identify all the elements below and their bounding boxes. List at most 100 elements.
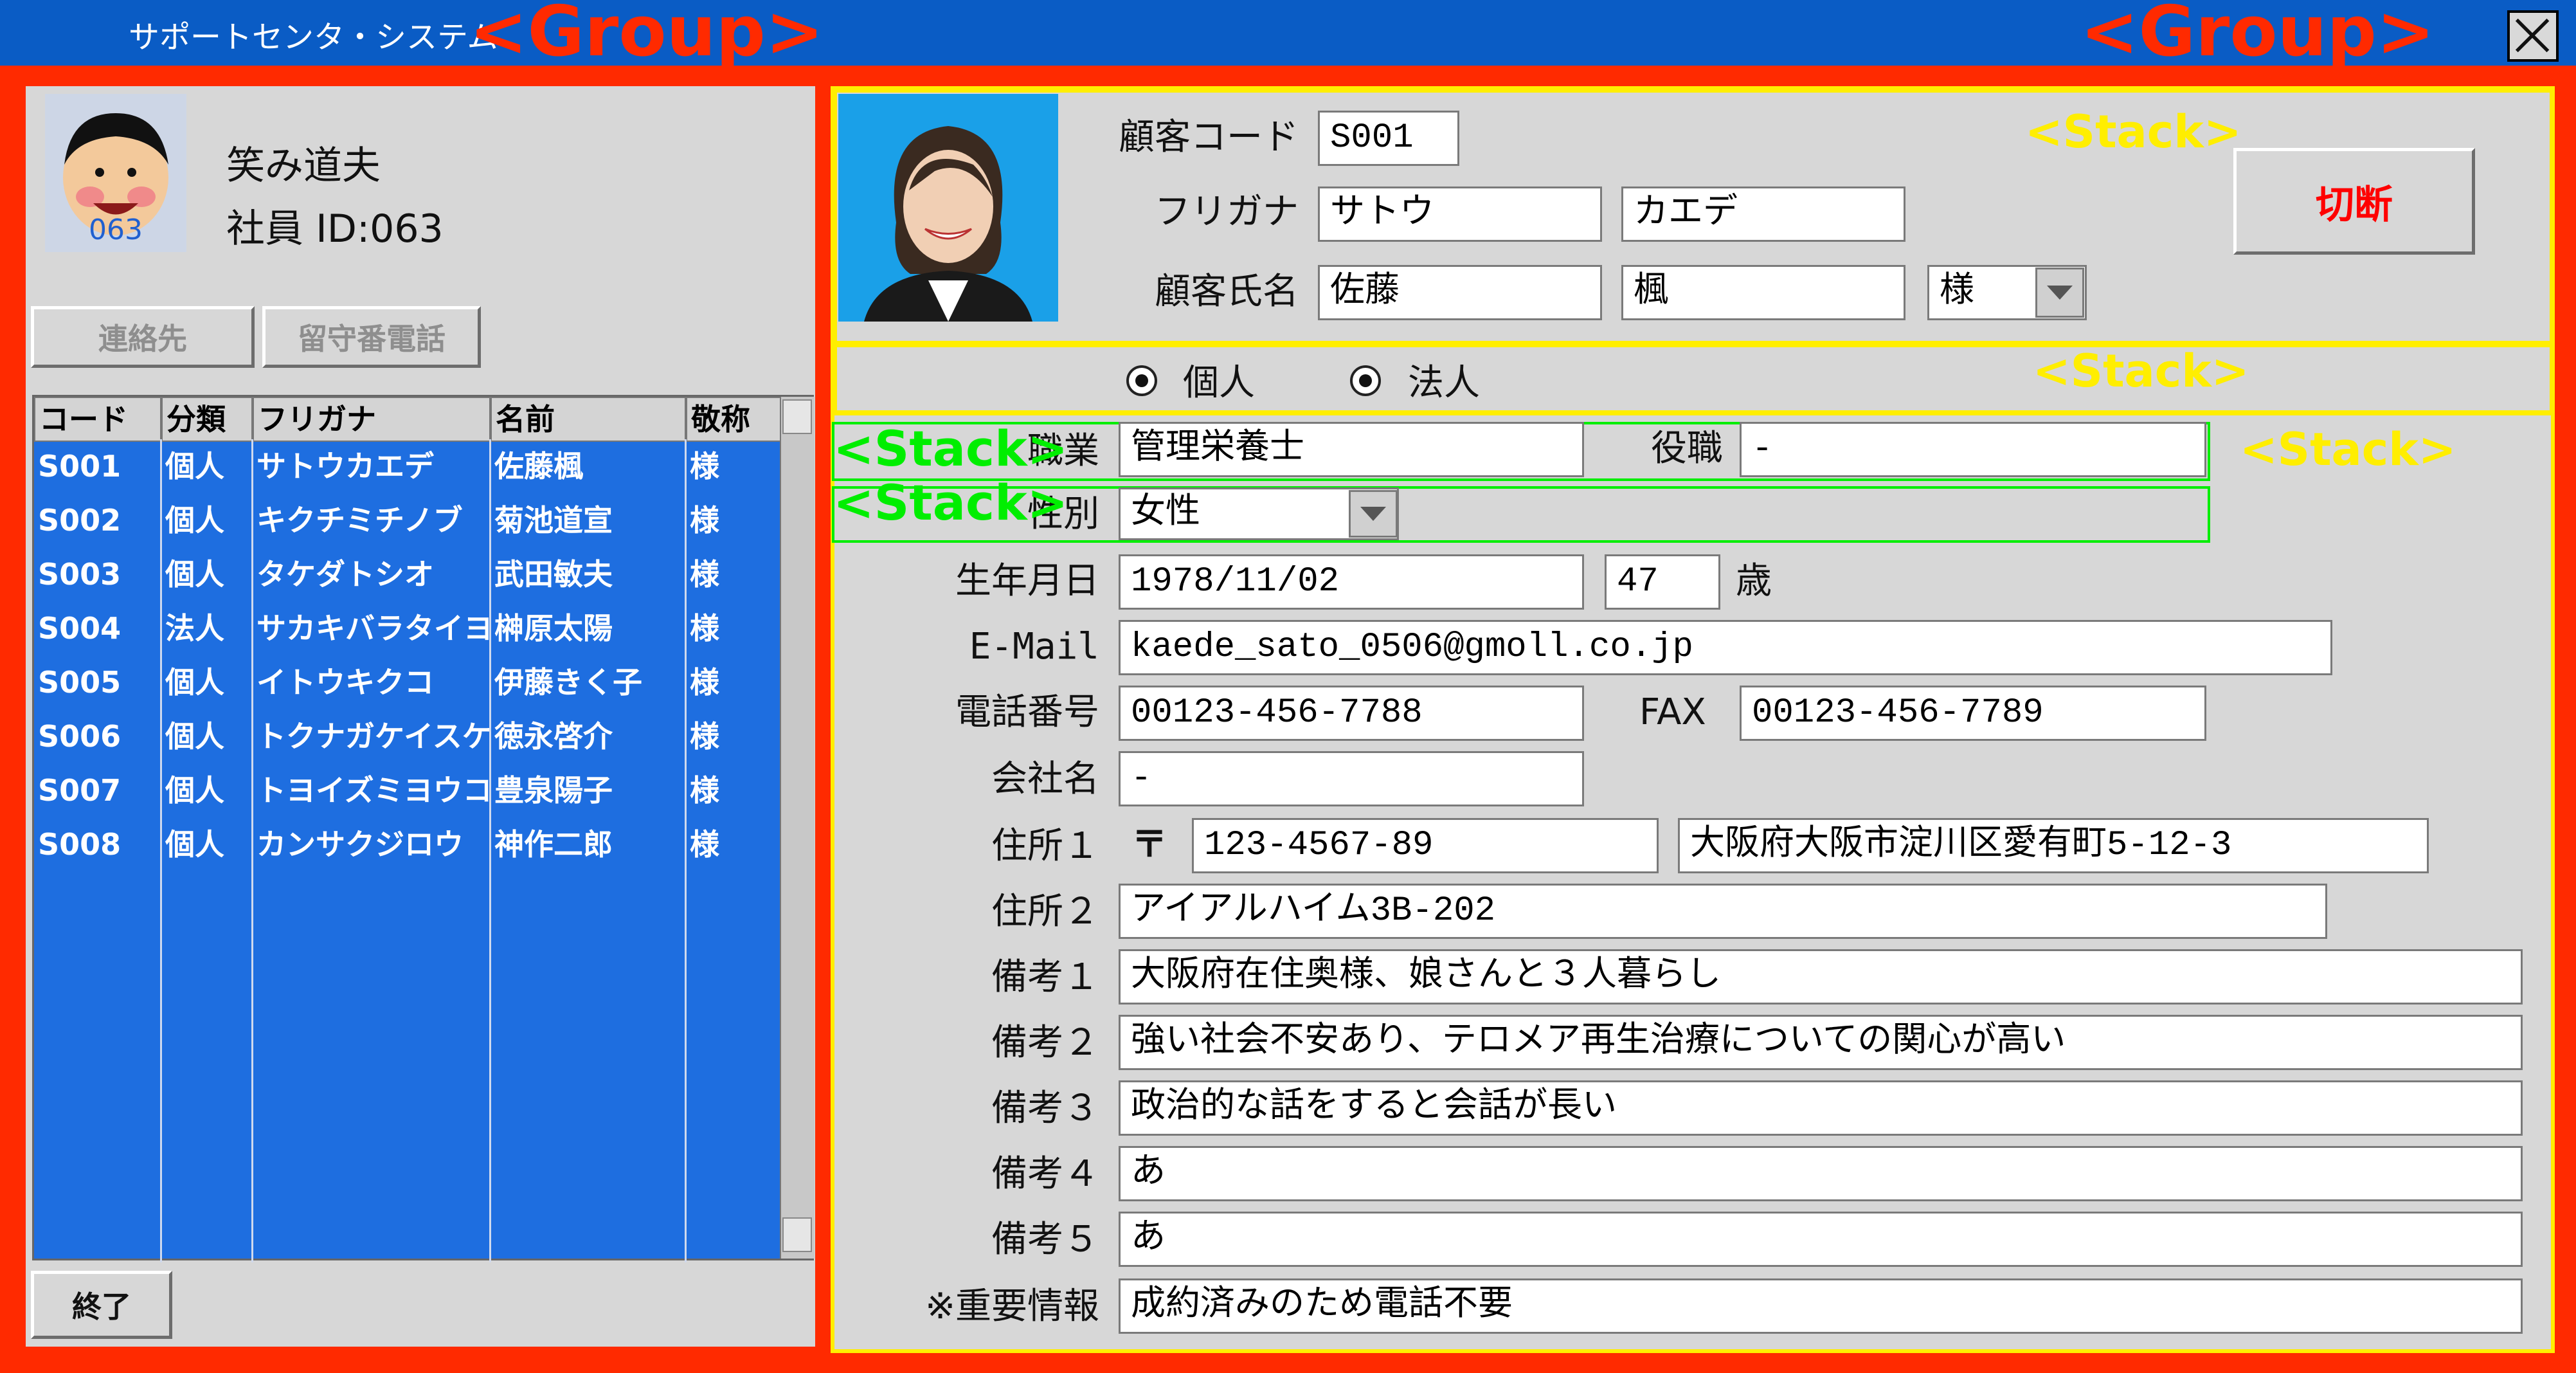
- stack-annotation-gender: <Stack>: [833, 474, 1068, 531]
- table-cell: 神作二郎: [494, 827, 613, 862]
- postal-mark-icon: 〒: [1131, 824, 1167, 866]
- column-header-code[interactable]: コード: [34, 397, 161, 442]
- column-header-name[interactable]: 名前: [491, 397, 686, 442]
- table-row[interactable]: S003 個人 タケダトシオ 武田敏夫 様: [34, 547, 780, 601]
- company-field[interactable]: -: [1119, 751, 1584, 806]
- column-header-type[interactable]: 分類: [161, 397, 253, 442]
- address1-field[interactable]: 大阪府大阪市淀川区愛有町5-12-3: [1678, 818, 2429, 873]
- table-row[interactable]: S008 個人 カンサクジロウ 神作二郎 様: [34, 817, 780, 871]
- fax-label: FAX: [1639, 691, 1706, 733]
- postal-code-field[interactable]: 123-4567-89: [1192, 818, 1659, 873]
- table-cell: 個人: [165, 449, 224, 484]
- table-cell: 様: [690, 449, 719, 484]
- gender-dropdown-button[interactable]: [1349, 490, 1398, 538]
- important-label: ※重要情報: [925, 1286, 1099, 1327]
- window-title: サポートセンタ・システム: [129, 19, 498, 55]
- birth-field[interactable]: 1978/11/02: [1119, 554, 1584, 610]
- table-row[interactable]: S001 個人 サトウカエデ 佐藤楓 様: [34, 439, 780, 493]
- table-cell: キクチミチノブ: [257, 503, 463, 538]
- table-cell: カンサクジロウ: [257, 827, 464, 862]
- radio-corporate[interactable]: [1350, 365, 1381, 396]
- stack-annotation-occupation: <Stack>: [833, 420, 1068, 477]
- radio-corporate-label: 法人: [1408, 362, 1480, 404]
- table-cell: S008: [38, 827, 122, 862]
- address2-field[interactable]: アイアルハイム3B-202: [1119, 884, 2327, 939]
- table-cell: 個人: [165, 773, 224, 808]
- stack-annotation-type: <Stack>: [2033, 345, 2249, 397]
- table-cell: S002: [38, 503, 122, 538]
- note1-label: 備考１: [991, 956, 1099, 998]
- table-cell: 様: [690, 557, 719, 592]
- address1-label: 住所１: [991, 825, 1099, 867]
- table-row[interactable]: S002 個人 キクチミチノブ 菊池道宣 様: [34, 493, 780, 547]
- table-cell: S004: [38, 611, 122, 646]
- table-cell: S005: [38, 665, 122, 700]
- table-cell: イトウキクコ: [257, 665, 434, 700]
- column-header-honorific[interactable]: 敬称: [686, 397, 781, 442]
- type-stack: [832, 341, 2555, 415]
- note3-field[interactable]: 政治的な話をすると会話が長い: [1119, 1080, 2523, 1136]
- table-row[interactable]: S006 個人 トクナガケイスケ 徳永啓介 様: [34, 709, 780, 763]
- operator-name: 笑み道夫: [226, 143, 381, 188]
- table-cell: トクナガケイスケ: [257, 719, 489, 754]
- note3-label: 備考３: [991, 1087, 1099, 1129]
- chevron-down-icon: [1360, 507, 1386, 521]
- table-cell: 様: [690, 773, 719, 808]
- table-cell: 様: [690, 611, 719, 646]
- table-cell: S007: [38, 773, 122, 808]
- radio-personal[interactable]: [1126, 365, 1157, 396]
- customer-list[interactable]: コード 分類 フリガナ 名前 敬称 S001 個人 サトウカエデ 佐藤楓様 S002 個人…: [32, 395, 815, 1262]
- table-cell: 菊池道宣: [494, 503, 613, 538]
- table-cell: 徳永啓介: [494, 719, 613, 754]
- address2-label: 住所２: [991, 891, 1099, 932]
- position-label: 役職: [1651, 428, 1723, 469]
- list-scrollbar[interactable]: [780, 397, 815, 1259]
- column-header-kana[interactable]: フリガナ: [253, 397, 491, 442]
- table-cell: S003: [38, 557, 122, 592]
- note5-field[interactable]: あ: [1119, 1212, 2523, 1267]
- table-row[interactable]: S005 個人 イトウキクコ 伊藤きく子 様: [34, 655, 780, 709]
- table-cell: 豊泉陽子: [494, 773, 613, 808]
- radio-personal-label: 個人: [1183, 362, 1255, 404]
- voicemail-button[interactable]: 留守番電話: [262, 306, 481, 368]
- exit-button[interactable]: 終了: [31, 1271, 172, 1339]
- table-row[interactable]: S007 個人 トヨイズミヨウコ 豊泉陽子 様: [34, 763, 780, 817]
- note2-field[interactable]: 強い社会不安あり、テロメア再生治療についての関心が高い: [1119, 1015, 2523, 1070]
- close-button[interactable]: [2507, 10, 2559, 62]
- note5-label: 備考５: [991, 1219, 1099, 1260]
- email-label: E-Mail: [969, 626, 1099, 668]
- email-field[interactable]: kaede_sato_0506@gmoll.co.jp: [1119, 620, 2332, 675]
- table-cell: 様: [690, 665, 719, 700]
- table-cell: 法人: [165, 611, 224, 646]
- fax-field[interactable]: 00123-456-7789: [1740, 686, 2206, 741]
- table-cell: 様: [690, 503, 719, 538]
- phone-field[interactable]: 00123-456-7788: [1119, 686, 1584, 741]
- table-cell: S006: [38, 719, 122, 754]
- table-cell: 個人: [165, 827, 224, 862]
- header-stack: [832, 87, 2555, 347]
- important-field[interactable]: 成約済みのため電話不要: [1119, 1278, 2523, 1334]
- table-cell: 榊原太陽: [494, 611, 613, 646]
- table-cell: 様: [690, 827, 719, 862]
- company-label: 会社名: [991, 758, 1099, 800]
- contacts-button[interactable]: 連絡先: [31, 306, 255, 368]
- table-cell: 個人: [165, 665, 224, 700]
- employee-id: 社員 ID:063: [226, 206, 444, 251]
- scrollbar-up-button[interactable]: [782, 399, 812, 434]
- table-cell: 個人: [165, 557, 224, 592]
- note4-label: 備考４: [991, 1153, 1099, 1195]
- occupation-field[interactable]: 管理栄養士: [1119, 422, 1584, 477]
- table-row[interactable]: S004 法人 サカキバラタイヨ 榊原太陽 様: [34, 601, 780, 655]
- table-cell: 伊藤きく子: [494, 665, 642, 700]
- birth-label: 生年月日: [955, 560, 1099, 602]
- age-field[interactable]: 47: [1605, 554, 1720, 610]
- table-cell: サトウカエデ: [257, 449, 434, 484]
- scrollbar-down-button[interactable]: [782, 1217, 812, 1252]
- position-field[interactable]: -: [1740, 422, 2206, 477]
- note1-field[interactable]: 大阪府在住奥様、娘さんと３人暮らし: [1119, 949, 2523, 1005]
- note4-field[interactable]: あ: [1119, 1146, 2523, 1201]
- table-cell: S001: [38, 449, 122, 484]
- stack-annotation-fields: <Stack>: [2240, 423, 2456, 476]
- close-icon: [2515, 18, 2550, 53]
- note2-label: 備考２: [991, 1022, 1099, 1064]
